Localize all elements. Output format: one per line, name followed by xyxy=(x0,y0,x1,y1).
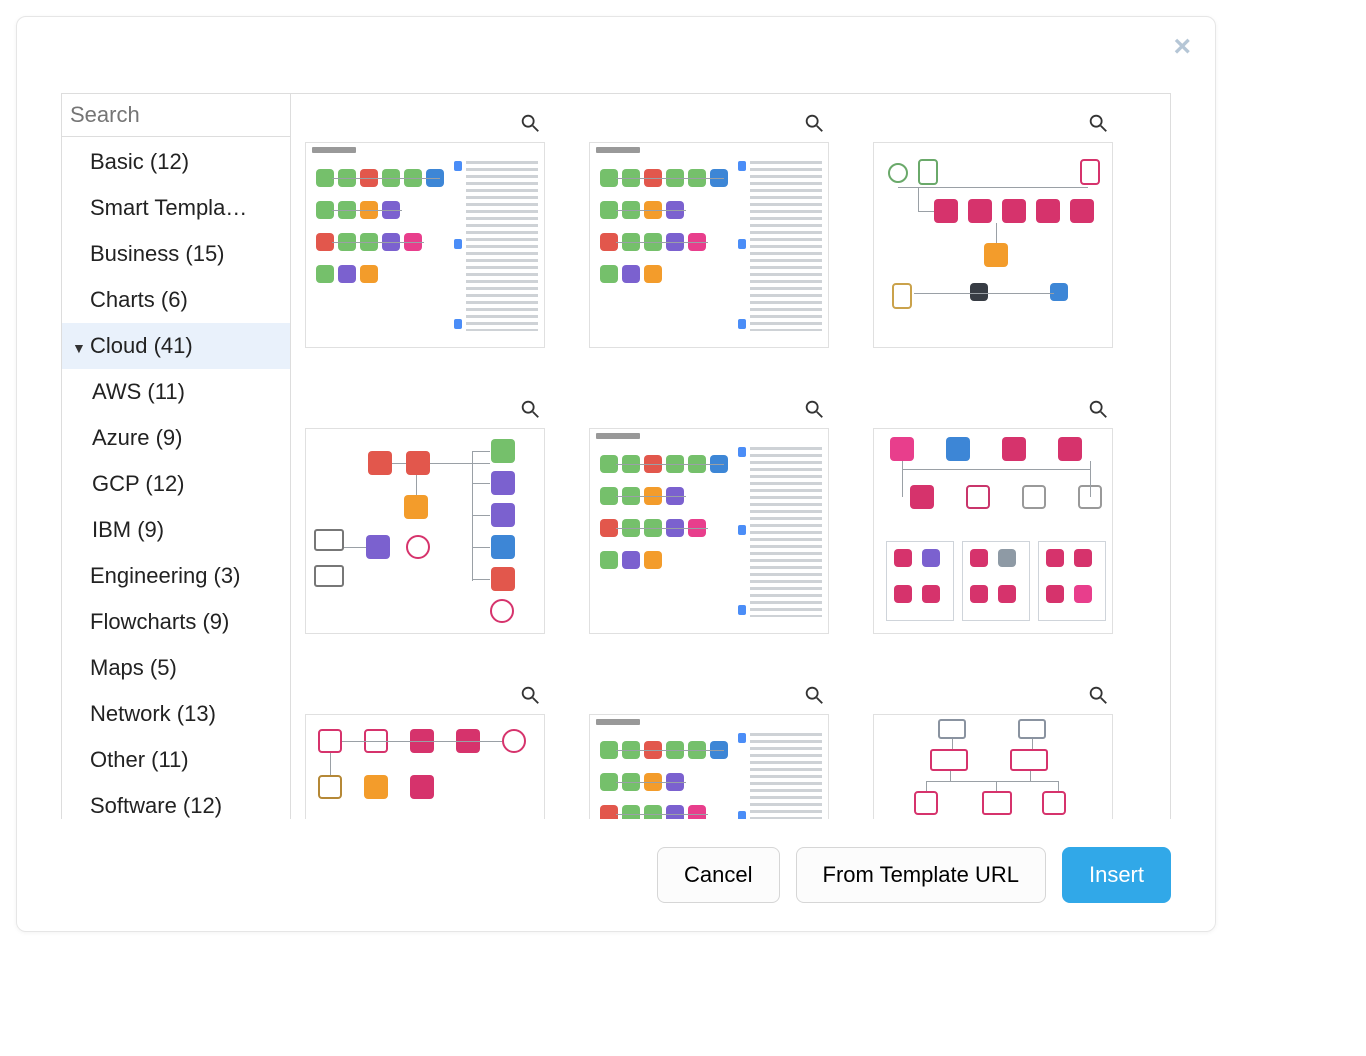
template-thumbnail[interactable] xyxy=(305,680,545,819)
zoom-icon[interactable] xyxy=(1087,112,1109,139)
category-list: ▼Basic (12)▼Smart Templa…▼Business (15)▼… xyxy=(62,137,290,819)
category-label: Business (15) xyxy=(90,241,225,267)
zoom-icon[interactable] xyxy=(803,684,825,711)
template-thumbnail[interactable] xyxy=(589,108,829,348)
zoom-icon[interactable] xyxy=(803,398,825,425)
subcategory-item[interactable]: Azure (9) xyxy=(62,415,290,461)
subcategory-item[interactable]: AWS (11) xyxy=(62,369,290,415)
category-label: Other (11) xyxy=(90,747,189,773)
insert-button[interactable]: Insert xyxy=(1062,847,1171,903)
zoom-icon[interactable] xyxy=(519,112,541,139)
zoom-icon[interactable] xyxy=(519,398,541,425)
category-label: Flowcharts (9) xyxy=(90,609,229,635)
subcategory-item[interactable]: GCP (12) xyxy=(62,461,290,507)
template-thumbnail[interactable] xyxy=(305,108,545,348)
category-label: Engineering (3) xyxy=(90,563,240,589)
category-label: Network (13) xyxy=(90,701,216,727)
category-item[interactable]: ▼Flowcharts (9) xyxy=(62,599,290,645)
dialog-body: ▼Basic (12)▼Smart Templa…▼Business (15)▼… xyxy=(61,93,1171,819)
category-item[interactable]: ▼Business (15) xyxy=(62,231,290,277)
category-label: Maps (5) xyxy=(90,655,177,681)
template-thumbnail[interactable] xyxy=(873,108,1113,348)
category-label: Smart Templa… xyxy=(90,195,247,221)
template-thumbnail[interactable] xyxy=(589,394,829,634)
category-item[interactable]: ▼Basic (12) xyxy=(62,139,290,185)
category-item[interactable]: ▼Cloud (41) xyxy=(62,323,290,369)
close-button[interactable]: × xyxy=(1167,31,1197,63)
search-field[interactable] xyxy=(62,94,290,137)
template-thumbnail[interactable] xyxy=(873,394,1113,634)
category-sidebar: ▼Basic (12)▼Smart Templa…▼Business (15)▼… xyxy=(61,94,291,819)
subcategory-item[interactable]: IBM (9) xyxy=(62,507,290,553)
template-thumbnail[interactable] xyxy=(873,680,1113,819)
zoom-icon[interactable] xyxy=(803,112,825,139)
category-item[interactable]: ▼Charts (6) xyxy=(62,277,290,323)
cancel-button[interactable]: Cancel xyxy=(657,847,779,903)
category-item[interactable]: ▼Software (12) xyxy=(62,783,290,819)
caret-down-icon: ▼ xyxy=(72,340,90,356)
from-template-url-button[interactable]: From Template URL xyxy=(796,847,1046,903)
zoom-icon[interactable] xyxy=(1087,684,1109,711)
template-thumbnail[interactable] xyxy=(305,394,545,634)
category-item[interactable]: ▼Smart Templa… xyxy=(62,185,290,231)
category-label: Basic (12) xyxy=(90,149,189,175)
category-item[interactable]: ▼Maps (5) xyxy=(62,645,290,691)
category-item[interactable]: ▼Other (11) xyxy=(62,737,290,783)
template-picker-dialog: × ▼Basic (12)▼Smart Templa…▼Business (15… xyxy=(16,16,1216,932)
category-label: Cloud (41) xyxy=(90,333,193,359)
category-label: Software (12) xyxy=(90,793,222,819)
dialog-footer: Cancel From Template URL Insert xyxy=(17,819,1215,923)
zoom-icon[interactable] xyxy=(519,684,541,711)
template-thumbnail[interactable] xyxy=(589,680,829,819)
category-item[interactable]: ▼Network (13) xyxy=(62,691,290,737)
category-label: Charts (6) xyxy=(90,287,188,313)
search-input[interactable] xyxy=(62,94,291,136)
template-gallery xyxy=(291,94,1170,819)
zoom-icon[interactable] xyxy=(1087,398,1109,425)
category-item[interactable]: ▼Engineering (3) xyxy=(62,553,290,599)
